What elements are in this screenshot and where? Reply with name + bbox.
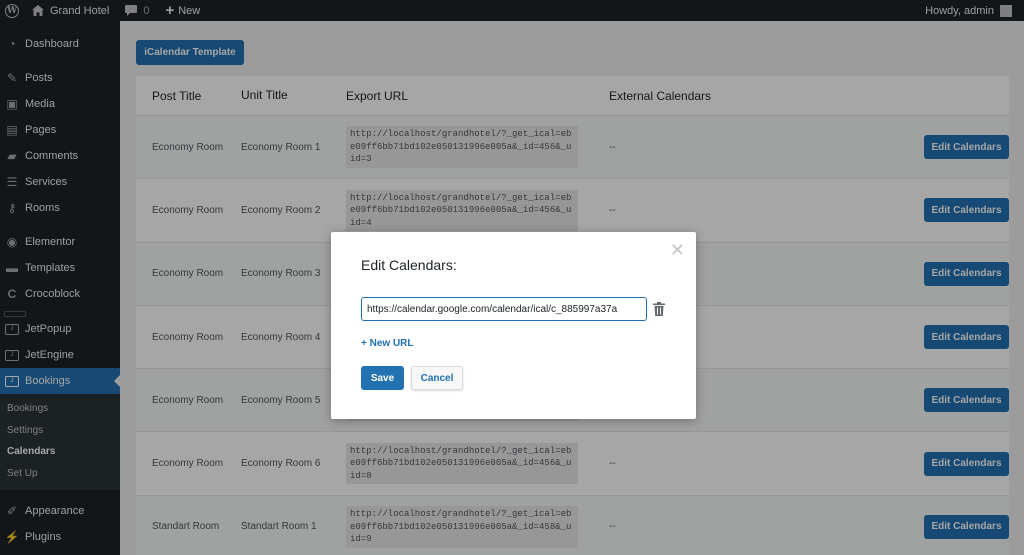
cancel-button[interactable]: Cancel [411,366,463,390]
trash-icon[interactable] [653,302,665,316]
calendar-url-input[interactable] [361,297,647,321]
modal-title: Edit Calendars: [361,257,457,273]
close-icon[interactable]: ✕ [670,240,685,260]
add-new-url-link[interactable]: + New URL [361,338,414,349]
edit-calendars-modal: ✕ Edit Calendars: + New URL Save Cancel [331,232,696,419]
save-button[interactable]: Save [361,366,404,390]
